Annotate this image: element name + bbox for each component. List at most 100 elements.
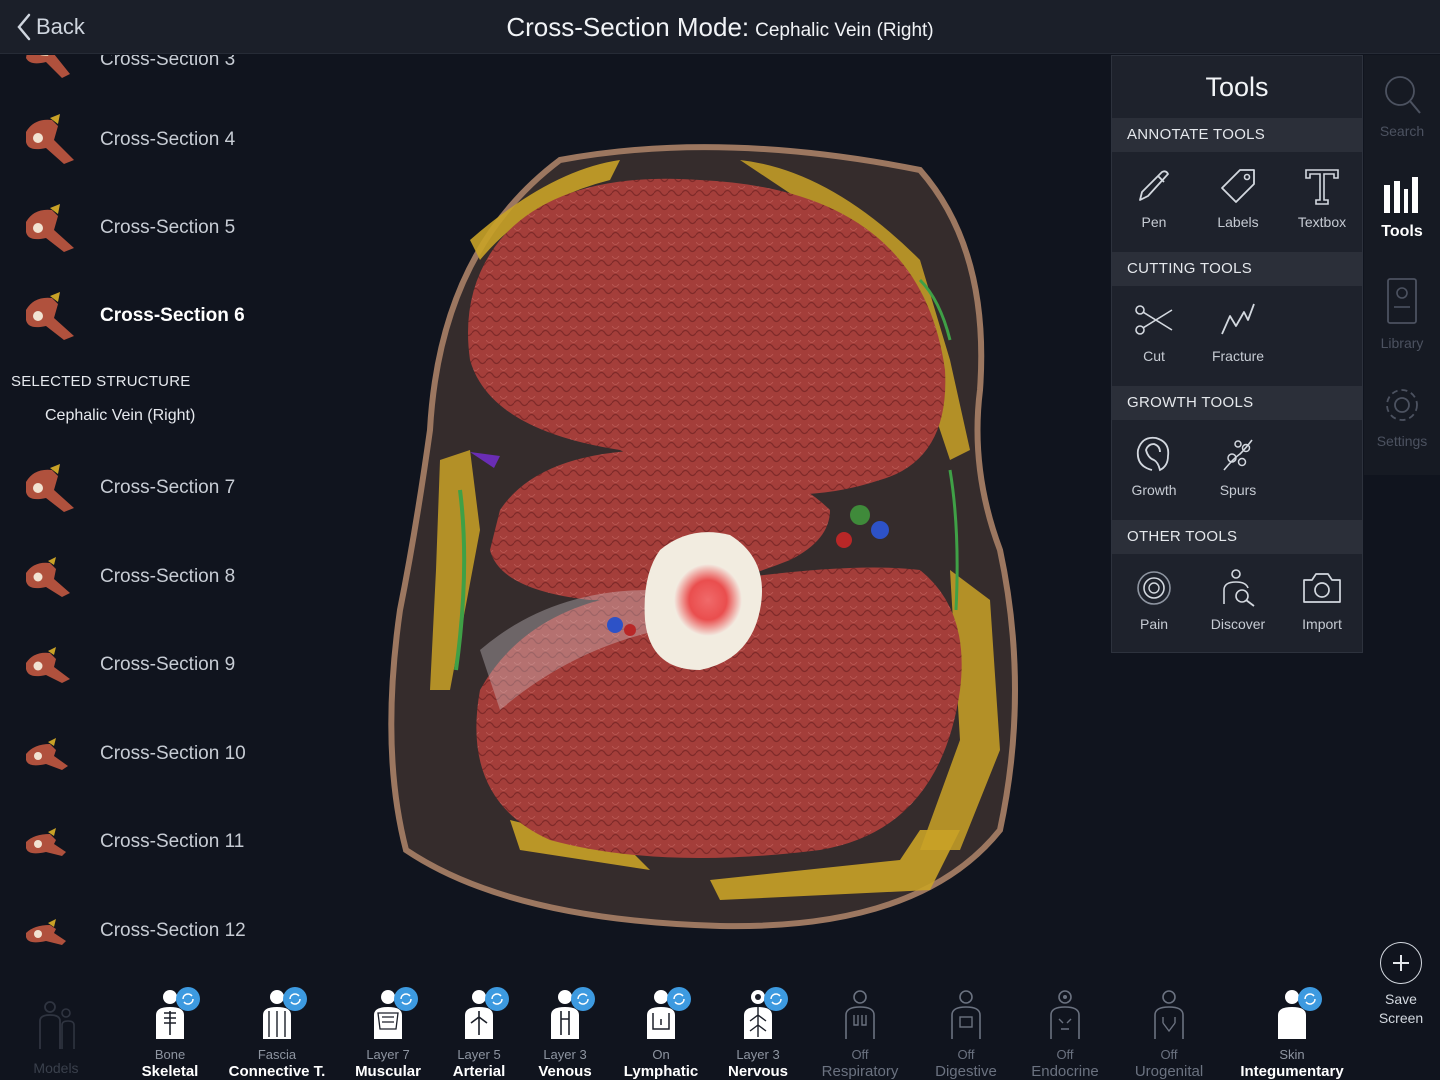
system-level: Bone [154, 1047, 186, 1062]
cross-section-viewport[interactable] [360, 130, 1080, 950]
cross-section-label: Cross-Section 9 [100, 654, 236, 675]
cut-tool-button[interactable]: Cut [1112, 294, 1196, 378]
cross-section-thumbnail-icon [26, 738, 68, 770]
body-figure-icon [951, 990, 981, 1039]
labels-tool-button[interactable]: Labels [1196, 160, 1280, 244]
refresh-badge-icon [394, 987, 418, 1011]
rail-settings-button[interactable]: Settings [1364, 383, 1440, 473]
refresh-badge-icon [571, 987, 595, 1011]
system-integumentary[interactable]: Skin Integumentary [1232, 985, 1352, 1080]
system-level: Skin [1279, 1047, 1305, 1062]
rail-library-button[interactable]: Library [1364, 275, 1440, 365]
annotate-tools-section: Pen Labels Textbox [1112, 152, 1362, 252]
rail-label: Settings [1376, 433, 1428, 449]
import-tool-button[interactable]: Import [1280, 562, 1364, 646]
refresh-badge-icon [764, 987, 788, 1011]
title-mode: Cross-Section Mode: [506, 12, 750, 42]
pen-icon [1139, 170, 1169, 201]
other-tools-section: Pain Discover Import [1112, 554, 1362, 654]
cross-section-item[interactable]: Cross-Section 9 [0, 630, 330, 700]
cross-section-item[interactable]: Cross-Section 3 [0, 55, 330, 95]
scissors-icon [1135, 305, 1173, 335]
tool-label: Pain [1139, 616, 1169, 632]
cross-section-thumbnail-icon [26, 557, 70, 597]
cross-section-item[interactable]: Cross-Section 10 [0, 719, 330, 789]
tools-icon [1384, 177, 1418, 213]
cross-section-item[interactable]: Cross-Section 7 [0, 453, 330, 523]
cross-section-thumbnail-icon [26, 204, 74, 252]
cross-section-item[interactable]: Cross-Section 11 [0, 807, 330, 877]
selected-structure-value: Cephalic Vein (Right) [45, 407, 196, 424]
cross-section-list[interactable]: Cross-Section 3 Cross-Section 4 Cross-Se… [0, 55, 330, 975]
search-icon [1385, 76, 1421, 114]
rail-label: Tools [1381, 223, 1423, 240]
system-endocrine[interactable]: Off Endocrine [1005, 985, 1125, 1080]
tool-label: Pen [1141, 214, 1167, 230]
tool-label: Textbox [1297, 214, 1347, 230]
rail-tools-button[interactable]: Tools [1364, 173, 1440, 263]
textbox-tool-button[interactable]: Textbox [1280, 160, 1364, 244]
growth-tools-section: Growth Spurs [1112, 420, 1362, 520]
cross-section-item[interactable]: Cross-Section 4 [0, 105, 330, 175]
cross-section-label: Cross-Section 7 [100, 477, 236, 498]
growth-icon [1136, 436, 1170, 472]
cross-section-label: Cross-Section 10 [100, 743, 246, 764]
system-connective[interactable]: Fascia Connective T. [217, 985, 337, 1080]
library-icon [1387, 278, 1417, 324]
pain-tool-button[interactable]: Pain [1112, 562, 1196, 646]
cross-section-thumbnail-icon [26, 464, 74, 512]
cross-section-label: Cross-Section 12 [100, 920, 246, 941]
cross-section-item[interactable]: Cross-Section 6 [0, 281, 330, 351]
cross-section-label: Cross-Section 6 [100, 305, 245, 326]
cross-section-label: Cross-Section 3 [100, 55, 236, 70]
cross-section-thumbnail-icon [26, 828, 66, 856]
system-level: Off [851, 1047, 869, 1062]
rail-label: Search [1379, 123, 1425, 139]
tool-label: Growth [1131, 482, 1177, 498]
cross-section-item[interactable]: Cross-Section 8 [0, 542, 330, 612]
spurs-tool-button[interactable]: Spurs [1196, 428, 1280, 512]
growth-tool-button[interactable]: Growth [1112, 428, 1196, 512]
system-name: Respiratory [821, 1063, 899, 1080]
system-level: Fascia [257, 1047, 297, 1062]
cross-section-thumbnail-icon [26, 647, 70, 683]
system-urogenital[interactable]: Off Urogenital [1109, 985, 1229, 1080]
gear-icon [1386, 389, 1418, 421]
system-level: Off [1056, 1047, 1074, 1062]
system-skeletal[interactable]: Bone Skeletal [110, 985, 230, 1080]
spurs-icon [1223, 439, 1253, 471]
top-bar: Back Cross-Section Mode: Cephalic Vein (R… [0, 0, 1440, 54]
cross-section-thumbnail-icon [26, 55, 70, 78]
tool-label: Cut [1143, 348, 1165, 364]
system-name: Skeletal [141, 1063, 199, 1080]
cross-section-thumbnail-icon [26, 114, 74, 164]
cross-section-item[interactable]: Cross-Section 5 [0, 193, 330, 263]
pen-tool-button[interactable]: Pen [1112, 160, 1196, 244]
growth-tools-heading: GROWTH TOOLS [1112, 386, 1362, 420]
cross-section-item[interactable]: Cross-Section 12 [0, 896, 330, 966]
refresh-badge-icon [176, 987, 200, 1011]
system-level: Off [1160, 1047, 1178, 1062]
tools-panel: Tools ANNOTATE TOOLS Pen Labels Textbox … [1111, 55, 1363, 653]
tools-panel-title: Tools [1205, 72, 1269, 102]
cross-section-label: Cross-Section 8 [100, 566, 236, 587]
refresh-badge-icon [667, 987, 691, 1011]
models-icon [39, 1001, 75, 1049]
cutting-tools-heading: CUTTING TOOLS [1112, 252, 1362, 286]
selected-structure-heading: SELECTED STRUCTURE [11, 373, 191, 390]
discover-tool-button[interactable]: Discover [1196, 562, 1280, 646]
discover-icon [1223, 569, 1255, 607]
camera-icon [1303, 573, 1341, 603]
tool-label: Discover [1210, 616, 1266, 632]
cutting-tools-section: Cut Fracture [1112, 286, 1362, 386]
fracture-tool-button[interactable]: Fracture [1196, 294, 1280, 378]
models-label: Models [33, 1060, 79, 1076]
title-structure: Cephalic Vein (Right) [755, 20, 934, 41]
app-window: Back Cross-Section Mode: Cephalic Vein (R… [0, 0, 1440, 1080]
refresh-badge-icon [283, 987, 307, 1011]
system-respiratory[interactable]: Off Respiratory [800, 985, 920, 1080]
annotate-tools-heading: ANNOTATE TOOLS [1112, 118, 1362, 152]
models-button[interactable]: Models [16, 999, 96, 1076]
cross-section-label: Cross-Section 5 [100, 217, 236, 238]
rail-search-button[interactable]: Search [1364, 73, 1440, 163]
